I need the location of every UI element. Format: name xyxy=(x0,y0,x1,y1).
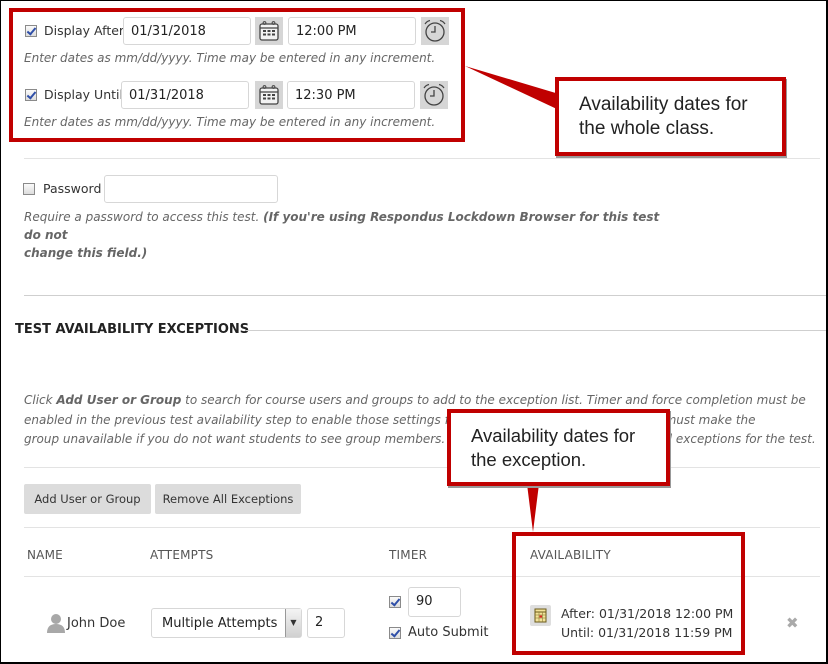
display-after-date-input[interactable]: 01/31/2018 xyxy=(123,17,251,45)
divider xyxy=(24,295,828,296)
display-until-hint: Enter dates as mm/dd/yyyy. Time may be e… xyxy=(24,115,436,129)
password-input[interactable] xyxy=(104,175,278,203)
password-label: Password xyxy=(43,181,102,196)
exception-callout-line1: Availability dates for xyxy=(471,425,636,446)
column-header-timer: TIMER xyxy=(389,548,428,562)
exception-dates-callout: Availability dates for the exception. xyxy=(447,409,670,486)
user-icon xyxy=(47,614,65,633)
display-until-label: Display Until xyxy=(44,87,123,102)
divider xyxy=(24,158,820,159)
availability-until: Until: 01/31/2018 11:59 PM xyxy=(561,625,733,640)
password-hint: Require a password to access this test. … xyxy=(24,208,664,262)
display-after-time-input[interactable]: 12:00 PM xyxy=(288,17,416,45)
class-callout-line1: Availability dates for xyxy=(579,94,748,115)
display-after-label: Display After xyxy=(44,23,125,38)
display-until-calendar-button[interactable] xyxy=(255,81,283,109)
dropdown-arrow[interactable]: ▼ xyxy=(285,609,301,637)
class-callout-line2: the whole class. xyxy=(579,118,715,139)
exceptions-instructions: Click Add User or Group to search for co… xyxy=(24,393,816,446)
remove-exception-button[interactable]: ✖ xyxy=(786,614,799,632)
display-after-calendar-button[interactable] xyxy=(255,17,283,45)
heading-rule xyxy=(246,330,828,331)
availability-after: After: 01/31/2018 12:00 PM xyxy=(561,606,734,621)
display-until-checkbox[interactable] xyxy=(25,89,37,101)
attempts-count-input[interactable]: 2 xyxy=(307,608,345,638)
clock-icon xyxy=(424,19,446,42)
class-dates-callout: Availability dates for the whole class. xyxy=(555,77,786,156)
remove-all-exceptions-button[interactable]: Remove All Exceptions xyxy=(155,484,301,514)
exceptions-heading: TEST AVAILABILITY EXCEPTIONS xyxy=(15,322,250,337)
clock-icon xyxy=(423,83,445,106)
calendar-icon xyxy=(259,85,279,105)
class-callout-pointer xyxy=(465,66,559,110)
timer-checkbox[interactable] xyxy=(389,596,401,608)
password-hint-bold-2: change this field.) xyxy=(24,246,148,260)
display-after-clock-button[interactable] xyxy=(421,17,449,45)
display-after-checkbox[interactable] xyxy=(25,25,37,37)
divider xyxy=(24,527,820,528)
display-until-date-input[interactable]: 01/31/2018 xyxy=(121,81,249,109)
attempts-select-value: Multiple Attempts xyxy=(162,616,278,631)
add-user-or-group-button[interactable]: Add User or Group xyxy=(24,484,151,514)
display-after-hint: Enter dates as mm/dd/yyyy. Time may be e… xyxy=(24,51,436,65)
attempts-select[interactable]: Multiple Attempts ▼ xyxy=(151,608,302,638)
divider xyxy=(24,467,820,468)
exception-callout-line2: the exception. xyxy=(471,449,587,470)
calendar-icon xyxy=(534,608,547,623)
availability-calendar-button[interactable] xyxy=(530,605,551,626)
exception-user-name: John Doe xyxy=(67,616,126,631)
column-header-attempts: ATTEMPTS xyxy=(150,548,214,562)
timer-minutes-input[interactable]: 90 xyxy=(408,587,461,617)
password-checkbox[interactable] xyxy=(23,183,35,195)
password-hint-text: Require a password to access this test. xyxy=(24,210,260,224)
display-until-clock-button[interactable] xyxy=(420,81,448,109)
auto-submit-checkbox[interactable] xyxy=(389,627,401,639)
column-header-name: NAME xyxy=(27,548,63,562)
exception-callout-pointer xyxy=(527,484,539,532)
auto-submit-label: Auto Submit xyxy=(408,625,489,640)
calendar-icon xyxy=(259,21,279,41)
display-until-time-input[interactable]: 12:30 PM xyxy=(287,81,415,109)
